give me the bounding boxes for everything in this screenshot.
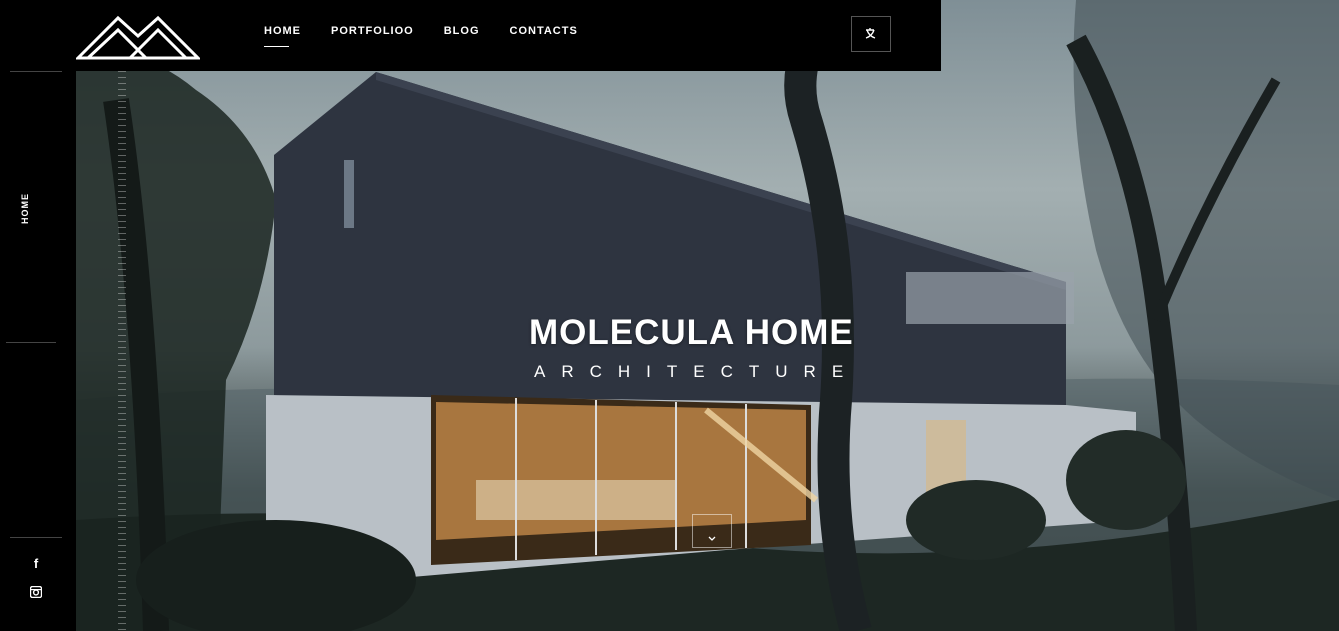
nav-contacts[interactable]: CONTACTS xyxy=(510,25,578,37)
logo-icon[interactable] xyxy=(74,14,202,60)
facebook-icon[interactable]: f xyxy=(28,555,44,571)
scroll-down-button[interactable] xyxy=(692,514,732,548)
nav-portfolio[interactable]: PORTFOLIOO xyxy=(331,25,414,37)
nav-blog[interactable]: BLOG xyxy=(444,25,480,37)
hero-subtitle: ARCHITECTURE xyxy=(534,362,860,381)
scroll-ruler xyxy=(118,71,126,631)
current-section-label: HOME xyxy=(20,193,30,224)
left-sidebar: HOME f xyxy=(0,71,76,631)
sidebar-divider xyxy=(6,342,56,343)
main-nav: HOME PORTFOLIOO BLOG CONTACTS xyxy=(264,25,578,47)
hero-title: MOLECULA HOME xyxy=(529,313,854,352)
instagram-icon[interactable] xyxy=(28,584,44,600)
nav-home[interactable]: HOME xyxy=(264,25,301,47)
translate-button[interactable] xyxy=(851,16,891,52)
sidebar-divider xyxy=(10,537,62,538)
top-header: HOME PORTFOLIOO BLOG CONTACTS xyxy=(0,0,941,71)
translate-icon xyxy=(865,28,876,39)
chevron-down-icon xyxy=(708,536,716,541)
sidebar-divider xyxy=(10,71,62,72)
